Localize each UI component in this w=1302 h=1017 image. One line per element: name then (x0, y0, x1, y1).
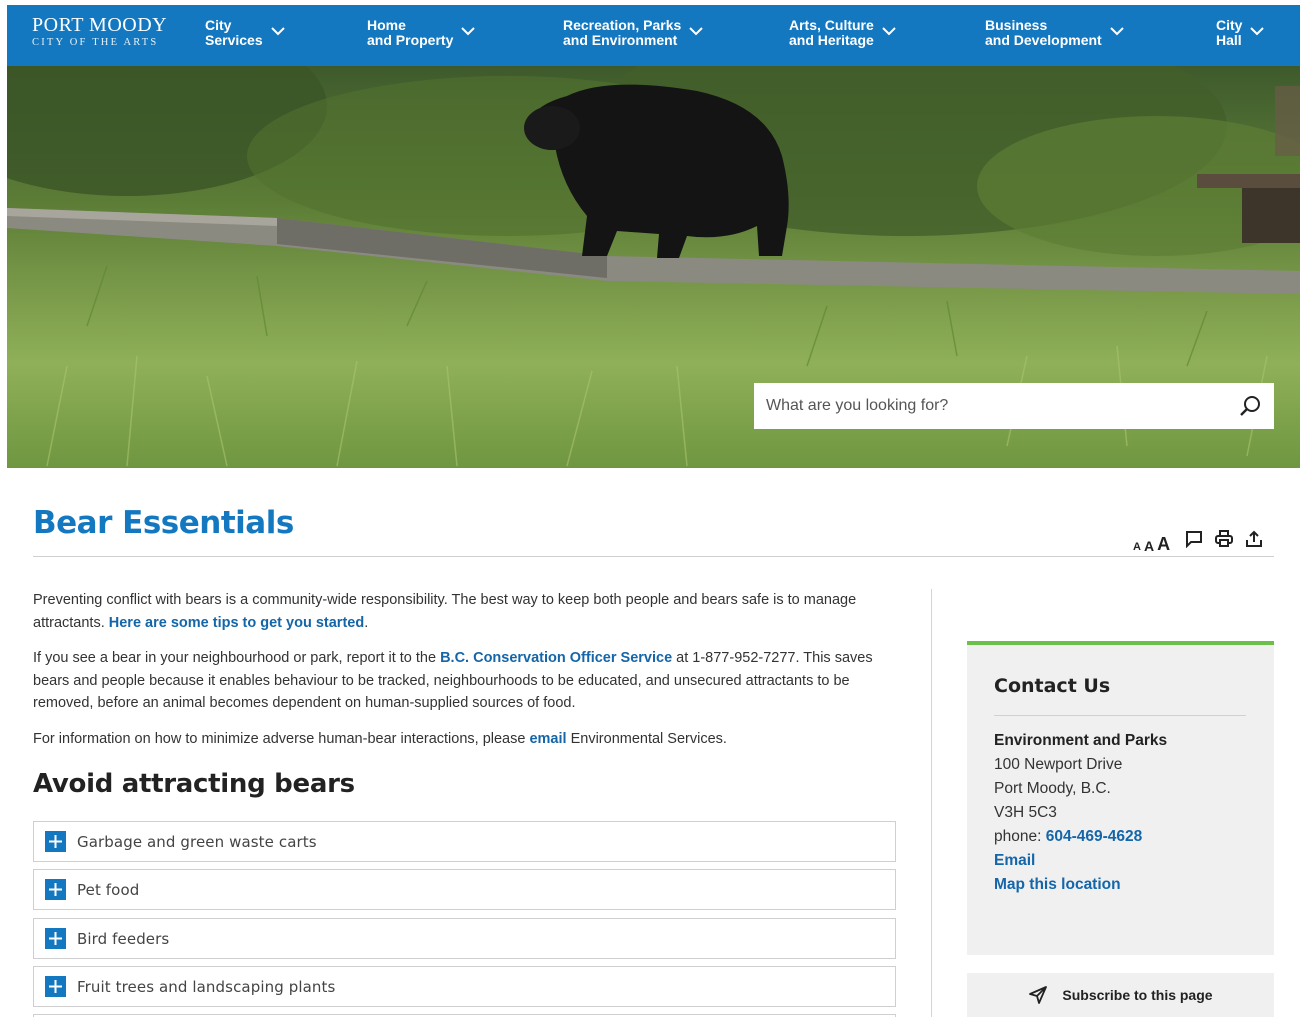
chevron-down-icon (689, 26, 704, 35)
phone-link[interactable]: 604-469-4628 (1046, 828, 1143, 845)
contact-heading: Contact Us (994, 675, 1111, 697)
email-link[interactable]: email (529, 731, 566, 747)
map-location-link[interactable]: Map this location (994, 876, 1121, 893)
title-divider (33, 556, 1274, 557)
site-header: PORT MOODY CITY OF THE ARTS City Service… (7, 5, 1300, 66)
nav-label: Arts, Culture and Heritage (789, 17, 874, 48)
site-logo[interactable]: PORT MOODY CITY OF THE ARTS (32, 14, 167, 50)
contact-divider (994, 715, 1246, 716)
accordion-pet-food[interactable]: Pet food (33, 869, 896, 910)
accordion-label: Bird feeders (77, 929, 170, 948)
nav-recreation-parks[interactable]: Recreation, Parks and Environment (563, 17, 704, 48)
main-content: Preventing conflict with bears is a comm… (33, 589, 903, 763)
plus-icon (45, 928, 66, 949)
paragraph-text: For information on how to minimize adver… (33, 730, 530, 747)
contact-org: Environment and Parks (994, 732, 1168, 749)
nav-label: City Hall (1216, 17, 1243, 48)
accordion-garbage[interactable]: Garbage and green waste carts (33, 821, 896, 862)
accordion-bird-feeders[interactable]: Bird feeders (33, 918, 896, 959)
nav-business-development[interactable]: Business and Development (985, 18, 1124, 48)
search-input[interactable] (766, 397, 1238, 415)
font-size-small-button[interactable]: A (1133, 542, 1141, 553)
subscribe-button[interactable]: Subscribe to this page (967, 973, 1274, 1017)
chevron-down-icon (882, 26, 896, 35)
nav-label: Recreation, Parks and Environment (563, 17, 682, 48)
send-icon (1029, 986, 1048, 1004)
plus-icon (45, 879, 66, 900)
tips-link[interactable]: Here are some tips to get you started (109, 615, 364, 631)
font-size-medium-button[interactable]: A (1144, 539, 1154, 553)
page-title: Bear Essentials (33, 505, 294, 541)
paragraph-text: . (364, 614, 369, 631)
chevron-down-icon (1250, 26, 1265, 35)
nav-label: Business and Development (985, 17, 1102, 48)
phone-label: phone: (994, 828, 1046, 845)
logo-title: PORT MOODY (32, 14, 168, 36)
chevron-down-icon (1109, 26, 1124, 35)
report-paragraph: If you see a bear in your neighbourhood … (33, 647, 903, 715)
subscribe-label: Subscribe to this page (1062, 987, 1213, 1003)
comment-icon[interactable] (1185, 530, 1203, 553)
share-icon[interactable] (1245, 530, 1263, 553)
nav-city-services[interactable]: City Services (205, 18, 285, 48)
conservation-officer-link[interactable]: B.C. Conservation Officer Service (440, 650, 672, 666)
contact-city: Port Moody, B.C. (994, 780, 1111, 797)
accordion-label: Pet food (77, 880, 140, 899)
site-search (754, 383, 1274, 429)
contact-info: Environment and Parks 100 Newport Drive … (994, 729, 1167, 897)
intro-paragraph: Preventing conflict with bears is a comm… (33, 589, 903, 634)
nav-city-hall[interactable]: City Hall (1216, 17, 1265, 48)
contact-card: Contact Us Environment and Parks 100 New… (967, 641, 1274, 955)
nav-label: City Services (205, 17, 263, 48)
logo-tagline: CITY OF THE ARTS (32, 37, 159, 48)
email-paragraph: For information on how to minimize adver… (33, 728, 903, 751)
font-size-large-button[interactable]: A (1157, 535, 1170, 553)
nav-arts-culture[interactable]: Arts, Culture and Heritage (789, 18, 896, 48)
plus-icon (45, 831, 66, 852)
paragraph-text: If you see a bear in your neighbourhood … (33, 650, 441, 666)
accordion-label: Fruit trees and landscaping plants (77, 977, 336, 996)
plus-icon (45, 976, 66, 997)
print-icon[interactable] (1215, 530, 1234, 553)
contact-email-link[interactable]: Email (994, 852, 1035, 869)
chevron-down-icon (270, 26, 285, 35)
nav-label: Home and Property (367, 17, 454, 48)
column-divider (931, 589, 932, 1017)
nav-home-property[interactable]: Home and Property (367, 17, 476, 48)
accordion-fruit-trees[interactable]: Fruit trees and landscaping plants (33, 966, 896, 1007)
section-heading: Avoid attracting bears (33, 769, 355, 799)
accordion-label: Garbage and green waste carts (77, 832, 317, 851)
contact-postal: V3H 5C3 (994, 804, 1057, 821)
paragraph-text: Environmental Services. (566, 730, 727, 747)
chevron-down-icon (461, 26, 476, 35)
search-icon[interactable] (1238, 394, 1262, 418)
page-tools: A A A (1133, 530, 1263, 553)
contact-phone-row: phone: 604-469-4628 (994, 825, 1167, 849)
contact-address-line: 100 Newport Drive (994, 756, 1123, 773)
